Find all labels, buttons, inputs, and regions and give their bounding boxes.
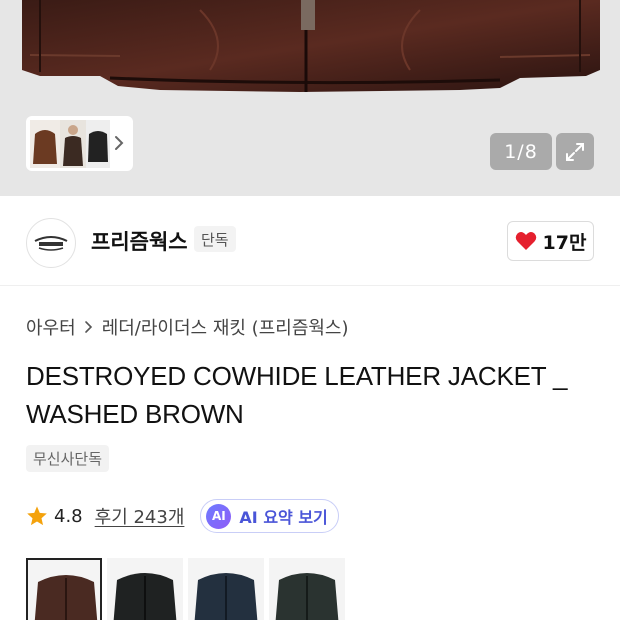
- color-option-black[interactable]: [107, 558, 183, 620]
- rating-row: 4.8 후기 243개 AI AI 요약 보기: [26, 498, 339, 534]
- chevron-right-icon: [115, 136, 124, 150]
- breadcrumb: 아우터 레더/라이더스 재킷 (프리즘웍스): [26, 314, 349, 340]
- like-count: 17만: [542, 231, 587, 254]
- image-counter: 1/8: [490, 133, 552, 170]
- swatch-image: [194, 573, 258, 620]
- color-options: [26, 558, 345, 620]
- heart-icon: [515, 232, 536, 250]
- breadcrumb-item-outer[interactable]: 아우터: [26, 314, 76, 340]
- ai-icon: AI: [206, 503, 232, 529]
- brand-name[interactable]: 프리즘웍스: [91, 226, 188, 256]
- ai-summary-button[interactable]: AI AI 요약 보기: [200, 499, 339, 533]
- star-icon: [27, 506, 47, 526]
- swatch-image: [275, 573, 339, 620]
- gallery-thumbnail-strip[interactable]: [26, 116, 133, 171]
- thumbnail-images: [30, 119, 110, 168]
- chevron-right-icon: [84, 321, 92, 333]
- exclusive-badge: 단독: [194, 226, 236, 252]
- brand-logo-mark: [34, 236, 68, 251]
- jacket-photo: [22, 0, 600, 92]
- color-option-dark-green[interactable]: [269, 558, 345, 620]
- swatch-image: [34, 575, 98, 620]
- color-option-navy[interactable]: [188, 558, 264, 620]
- color-option-washed-brown[interactable]: [26, 558, 102, 620]
- breadcrumb-item-category[interactable]: 레더/라이더스 재킷 (프리즘웍스): [102, 314, 349, 340]
- like-button[interactable]: 17만: [507, 221, 594, 261]
- musinsa-exclusive-tag: 무신사단독: [26, 445, 110, 472]
- ai-summary-label: AI 요약 보기: [239, 508, 328, 527]
- expand-button[interactable]: [556, 133, 594, 170]
- swatch-image: [113, 573, 177, 620]
- product-image-gallery[interactable]: 1/8: [0, 0, 620, 196]
- review-count-link[interactable]: 후기 243개: [95, 503, 185, 529]
- product-title: DESTROYED COWHIDE LEATHER JACKET _ WASHE…: [26, 361, 568, 429]
- rating-value: 4.8: [54, 505, 83, 527]
- expand-arrows-icon: [566, 142, 584, 161]
- brand-logo[interactable]: [26, 218, 76, 268]
- brand-row: 프리즘웍스 단독 17만: [0, 196, 620, 286]
